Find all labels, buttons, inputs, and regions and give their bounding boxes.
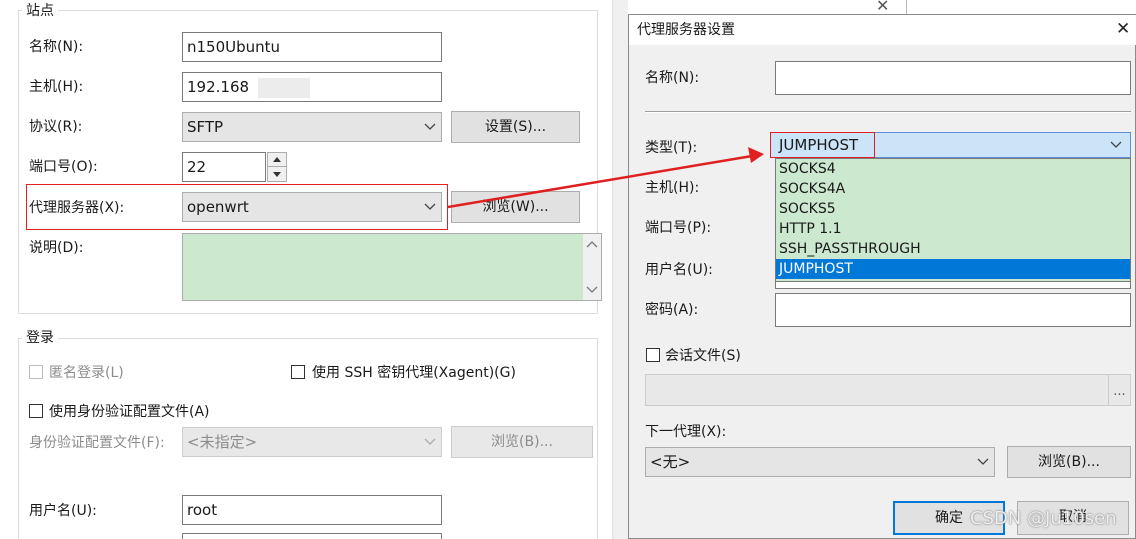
- login-group-title: 登录: [22, 329, 58, 347]
- next-proxy-browse-button[interactable]: 浏览(B)...: [1007, 446, 1131, 478]
- proxy-type-option[interactable]: SSH_PASSTHROUGH: [776, 239, 1130, 259]
- next-proxy-value: <无>: [650, 453, 691, 471]
- proxy-select[interactable]: openwrt: [182, 192, 442, 222]
- ssh-agent-checkbox[interactable]: [291, 365, 305, 379]
- chevron-down-icon: [977, 448, 989, 476]
- left-dialog: 站点 名称(N): n150Ubuntu 主机(H): 192.168 协议(R…: [0, 0, 612, 539]
- proxy-host-label: 主机(H):: [645, 180, 700, 196]
- proxy-type-value: JUMPHOST: [779, 136, 859, 154]
- description-label: 说明(D):: [29, 240, 84, 256]
- watermark: CSDN @Ju10sen: [970, 508, 1117, 529]
- site-group-title: 站点: [22, 2, 58, 20]
- ssh-agent-label: 使用 SSH 密钥代理(Xagent)(G): [312, 365, 516, 381]
- proxy-type-label: 类型(T):: [645, 140, 698, 156]
- session-file-input[interactable]: ...: [645, 374, 1131, 406]
- password-input-partial[interactable]: [182, 533, 442, 539]
- session-file-checkbox[interactable]: [646, 348, 660, 362]
- proxy-port-label: 端口号(P):: [645, 220, 712, 236]
- name-label: 名称(N):: [29, 39, 84, 55]
- chevron-down-icon: [424, 193, 436, 221]
- host-value: 192.168: [187, 78, 250, 96]
- next-proxy-select[interactable]: <无>: [645, 447, 995, 477]
- auth-browse-button[interactable]: 浏览(B)...: [451, 426, 593, 458]
- proxy-type-option[interactable]: SOCKS4A: [776, 179, 1130, 199]
- proxy-type-dropdown-list[interactable]: SOCKS4 SOCKS4A SOCKS5 HTTP 1.1 SSH_PASST…: [775, 158, 1131, 282]
- host-input[interactable]: 192.168: [182, 72, 442, 102]
- username-input[interactable]: root: [182, 495, 442, 525]
- host-redacted: [257, 77, 310, 98]
- chevron-down-icon: [424, 113, 436, 141]
- protocol-label: 协议(R):: [29, 119, 83, 135]
- name-input[interactable]: n150Ubuntu: [182, 32, 442, 62]
- proxy-dialog-title: 代理服务器设置: [637, 22, 735, 38]
- port-label: 端口号(O):: [29, 159, 98, 175]
- auth-profile-value: <未指定>: [187, 433, 258, 451]
- proxy-settings-dialog: 代理服务器设置 ✕ 名称(N): 类型(T): JUMPHOST 主机(H): …: [628, 14, 1136, 539]
- stepper-up-icon[interactable]: [268, 153, 286, 167]
- proxy-username-label: 用户名(U):: [645, 262, 713, 278]
- separator: [645, 111, 1131, 113]
- session-file-ellipsis-button[interactable]: ...: [1108, 375, 1130, 405]
- background-window-strip: [612, 0, 628, 539]
- auth-profile-checkbox-label: 使用身份验证配置文件(A): [49, 404, 210, 420]
- background-close-icon: ✕: [876, 0, 890, 15]
- proxy-type-select[interactable]: JUMPHOST: [770, 132, 1131, 158]
- session-file-label: 会话文件(S): [665, 348, 741, 364]
- proxy-name-label: 名称(N):: [645, 70, 700, 86]
- protocol-value: SFTP: [187, 118, 224, 136]
- proxy-dialog-titlebar: 代理服务器设置 ✕: [629, 15, 1136, 45]
- proxy-password-input[interactable]: [775, 293, 1131, 327]
- port-input[interactable]: 22: [182, 152, 266, 182]
- proxy-type-option[interactable]: HTTP 1.1: [776, 219, 1130, 239]
- stepper-down-icon[interactable]: [268, 167, 286, 181]
- chevron-down-icon: [1110, 133, 1122, 157]
- port-stepper[interactable]: [267, 152, 287, 182]
- host-label: 主机(H):: [29, 79, 84, 95]
- chevron-down-icon: [424, 428, 436, 456]
- auth-profile-select[interactable]: <未指定>: [182, 427, 442, 457]
- proxy-type-option[interactable]: SOCKS5: [776, 199, 1130, 219]
- description-textarea[interactable]: [182, 233, 602, 301]
- auth-profile-label: 身份验证配置文件(F):: [29, 435, 165, 451]
- protocol-select[interactable]: SFTP: [182, 112, 442, 142]
- proxy-type-option-selected[interactable]: JUMPHOST: [776, 259, 1130, 279]
- proxy-name-input[interactable]: [775, 61, 1131, 95]
- proxy-value: openwrt: [187, 198, 249, 216]
- next-proxy-label: 下一代理(X):: [645, 424, 727, 440]
- proxy-browse-button[interactable]: 浏览(W)...: [451, 191, 580, 223]
- settings-button[interactable]: 设置(S)...: [451, 111, 580, 143]
- close-icon[interactable]: ✕: [1116, 19, 1130, 39]
- anonymous-login-checkbox[interactable]: [29, 365, 43, 379]
- proxy-password-label: 密码(A):: [645, 302, 699, 318]
- description-scrollbar[interactable]: [583, 234, 601, 300]
- proxy-type-option[interactable]: SOCKS4: [776, 159, 1130, 179]
- auth-profile-checkbox[interactable]: [29, 404, 43, 418]
- anonymous-login-label: 匿名登录(L): [49, 365, 124, 381]
- username-label: 用户名(U):: [29, 503, 97, 519]
- proxy-label: 代理服务器(X):: [29, 200, 125, 216]
